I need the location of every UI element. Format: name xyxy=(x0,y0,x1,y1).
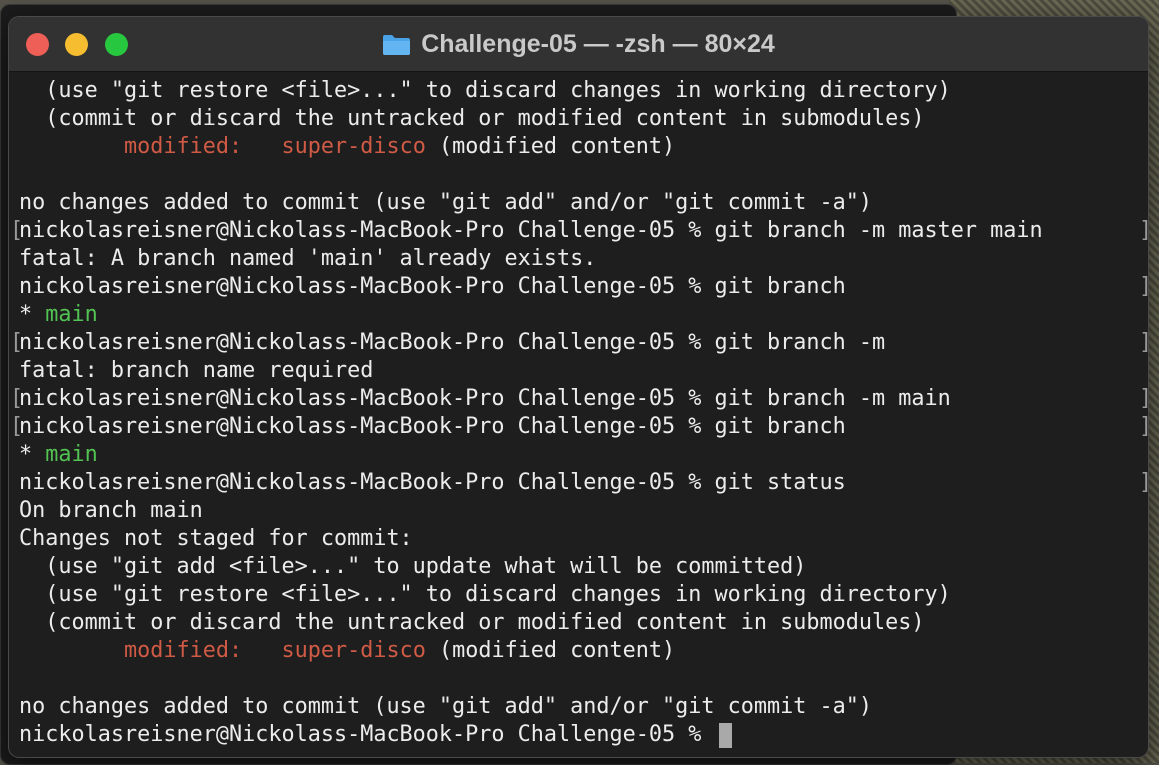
terminal-line: (use "git add <file>..." to update what … xyxy=(19,553,1138,581)
folder-icon xyxy=(383,34,411,55)
mark-bracket-right: ] xyxy=(1139,413,1148,441)
current-branch-marker: * xyxy=(19,442,46,467)
mark-bracket-right: ] xyxy=(1139,217,1148,245)
terminal-line: On branch main xyxy=(19,497,1138,525)
command-line: [nickolasreisner@Nickolass-MacBook-Pro C… xyxy=(10,413,1148,441)
command-line: [nickolasreisner@Nickolass-MacBook-Pro C… xyxy=(10,385,1148,413)
terminal-output[interactable]: (use "git restore <file>..." to discard … xyxy=(10,77,1148,757)
output-text: no changes added to commit (use "git add… xyxy=(19,694,872,719)
error-text: fatal: A branch named 'main' already exi… xyxy=(19,246,597,271)
submodule-name: super-disco xyxy=(281,638,426,663)
shell-prompt: nickolasreisner@Nickolass-MacBook-Pro Ch… xyxy=(19,386,702,411)
shell-prompt: nickolasreisner@Nickolass-MacBook-Pro Ch… xyxy=(19,722,702,747)
output-text: (use "git restore <file>..." to discard … xyxy=(19,78,951,103)
output-text: (use "git add <file>..." to update what … xyxy=(19,554,807,579)
terminal-line: fatal: branch name required xyxy=(19,357,1138,385)
output-text: (modified content) xyxy=(425,134,676,159)
terminal-line-empty xyxy=(19,161,1138,189)
submodule-name: super-disco xyxy=(281,134,426,159)
window-title-container: Challenge-05 — -zsh — 80×24 xyxy=(9,17,1148,71)
mark-bracket-right: ] xyxy=(1139,469,1148,497)
output-text: Changes not staged for commit: xyxy=(19,526,413,551)
command-line: nickolasreisner@Nickolass-MacBook-Pro Ch… xyxy=(19,721,1138,749)
mark-bracket-left: [ xyxy=(10,218,24,243)
mark-bracket-right: ] xyxy=(1139,329,1148,357)
command-text: git status xyxy=(714,470,846,495)
title-bar[interactable]: Challenge-05 — -zsh — 80×24 xyxy=(9,17,1148,72)
shell-prompt: nickolasreisner@Nickolass-MacBook-Pro Ch… xyxy=(19,274,702,299)
mark-bracket-right: ] xyxy=(1139,385,1148,413)
terminal-line: (use "git restore <file>..." to discard … xyxy=(19,77,1138,105)
mark-bracket-left: [ xyxy=(10,414,24,439)
current-branch-marker: * xyxy=(19,302,46,327)
output-text: (commit or discard the untracked or modi… xyxy=(19,106,925,131)
output-text: no changes added to commit (use "git add… xyxy=(19,190,872,215)
terminal-line: * main xyxy=(19,301,1138,329)
terminal-line: Changes not staged for commit: xyxy=(19,525,1138,553)
shell-prompt: nickolasreisner@Nickolass-MacBook-Pro Ch… xyxy=(19,218,702,243)
terminal-line: modified: super-disco (modified content) xyxy=(19,133,1138,161)
output-text: (commit or discard the untracked or modi… xyxy=(19,610,925,635)
terminal-window[interactable]: Challenge-05 — -zsh — 80×24 (use "git re… xyxy=(8,16,1149,758)
modified-label: modified: xyxy=(123,638,243,663)
command-text: git branch xyxy=(714,274,846,299)
command-text: git branch -m master main xyxy=(714,218,1043,243)
current-branch-name: main xyxy=(45,442,98,467)
shell-prompt: nickolasreisner@Nickolass-MacBook-Pro Ch… xyxy=(19,470,702,495)
command-line: nickolasreisner@Nickolass-MacBook-Pro Ch… xyxy=(19,469,1148,497)
terminal-line: * main xyxy=(19,441,1138,469)
shell-prompt: nickolasreisner@Nickolass-MacBook-Pro Ch… xyxy=(19,330,702,355)
terminal-line: (commit or discard the untracked or modi… xyxy=(19,105,1138,133)
terminal-line: (use "git restore <file>..." to discard … xyxy=(19,581,1138,609)
terminal-line: no changes added to commit (use "git add… xyxy=(19,189,1138,217)
shell-prompt: nickolasreisner@Nickolass-MacBook-Pro Ch… xyxy=(19,414,702,439)
window-title: Challenge-05 — -zsh — 80×24 xyxy=(421,29,775,58)
output-text: On branch main xyxy=(19,498,203,523)
output-text: (use "git restore <file>..." to discard … xyxy=(19,582,951,607)
mark-bracket-left: [ xyxy=(10,330,24,355)
terminal-line: (commit or discard the untracked or modi… xyxy=(19,609,1138,637)
command-text: git branch xyxy=(714,414,846,439)
terminal-line: fatal: A branch named 'main' already exi… xyxy=(19,245,1138,273)
command-line: [nickolasreisner@Nickolass-MacBook-Pro C… xyxy=(10,329,1148,357)
command-text: git branch -m xyxy=(714,330,886,355)
command-line: [nickolasreisner@Nickolass-MacBook-Pro C… xyxy=(10,217,1148,245)
command-text: git branch -m main xyxy=(714,386,951,411)
terminal-line: modified: super-disco (modified content) xyxy=(19,637,1138,665)
text-cursor[interactable] xyxy=(718,722,732,748)
mark-bracket-left: [ xyxy=(10,386,24,411)
mark-bracket-right: ] xyxy=(1139,273,1148,301)
terminal-line-empty xyxy=(19,665,1138,693)
current-branch-name: main xyxy=(45,302,98,327)
modified-label: modified: xyxy=(123,134,243,159)
command-line: nickolasreisner@Nickolass-MacBook-Pro Ch… xyxy=(19,273,1148,301)
terminal-line: no changes added to commit (use "git add… xyxy=(19,693,1138,721)
output-text: (modified content) xyxy=(425,638,676,663)
error-text: fatal: branch name required xyxy=(19,358,374,383)
